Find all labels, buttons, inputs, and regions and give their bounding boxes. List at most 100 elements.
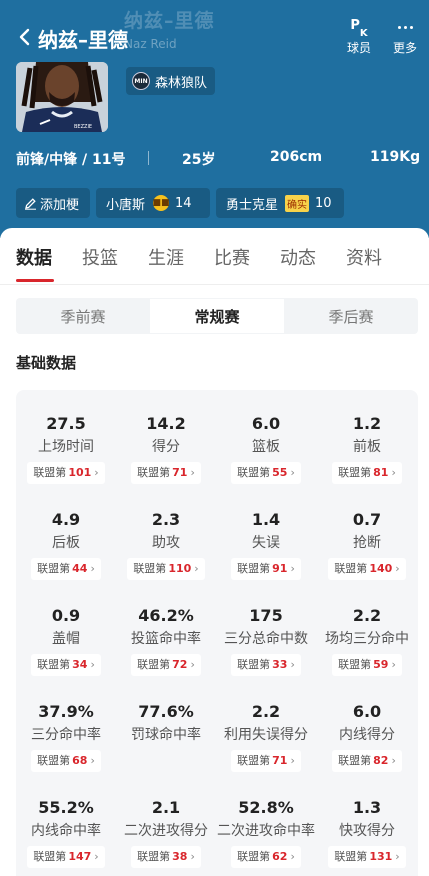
stat-value: 2.2 bbox=[251, 702, 281, 721]
rank-number: 33 bbox=[272, 658, 288, 671]
league-rank-button[interactable]: 联盟第 34 › bbox=[31, 654, 101, 676]
tab-stats[interactable]: 数据 bbox=[16, 244, 52, 270]
tag-chip[interactable]: 勇士克星 确实 10 bbox=[216, 188, 344, 218]
league-rank-button[interactable]: 联盟第 82 › bbox=[332, 750, 402, 772]
pk-icon: PK bbox=[350, 18, 368, 39]
rank-number: 147 bbox=[68, 850, 92, 863]
stat-label: 场均三分命中 bbox=[325, 631, 409, 647]
content-sheet: 数据 投篮 生涯 比赛 动态 资料 季前赛 常规赛 季后赛 基础数据 27.5 上… bbox=[0, 228, 429, 876]
rank-prefix: 联盟第 bbox=[33, 466, 67, 479]
chevron-right-icon: › bbox=[194, 562, 199, 575]
tag-chip[interactable]: 小唐斯 ■■ 14 bbox=[96, 188, 210, 218]
tab-profile[interactable]: 资料 bbox=[346, 244, 382, 270]
segment-preseason[interactable]: 季前赛 bbox=[16, 298, 150, 334]
stat-value: 2.2 bbox=[352, 606, 382, 625]
stat-label: 利用失误得分 bbox=[224, 727, 308, 743]
chevron-right-icon: › bbox=[190, 658, 195, 671]
rank-number: 81 bbox=[373, 466, 389, 479]
more-button[interactable]: 更多 bbox=[388, 16, 422, 56]
league-rank-button[interactable]: 联盟第 44 › bbox=[31, 558, 101, 580]
tab-shooting[interactable]: 投篮 bbox=[82, 244, 118, 270]
team-chip[interactable]: MIN 森林狼队 bbox=[126, 67, 216, 95]
rank-number: 38 bbox=[172, 850, 188, 863]
chevron-right-icon: › bbox=[90, 658, 95, 671]
segment-regular-season[interactable]: 常规赛 bbox=[150, 299, 284, 333]
tab-career[interactable]: 生涯 bbox=[148, 244, 184, 270]
chevron-right-icon: › bbox=[395, 850, 400, 863]
stat-cell: 6.0 篮板 联盟第 55 › bbox=[216, 390, 316, 486]
league-rank-button[interactable]: 联盟第 140 › bbox=[328, 558, 406, 580]
stat-cell: 1.2 前板 联盟第 81 › bbox=[317, 390, 417, 486]
stat-label: 失误 bbox=[252, 535, 280, 551]
stat-value: 1.2 bbox=[352, 414, 382, 433]
league-rank-button[interactable]: 联盟第 33 › bbox=[231, 654, 301, 676]
stat-value: 6.0 bbox=[251, 414, 281, 433]
stat-label: 上场时间 bbox=[38, 439, 94, 455]
stat-cell: 1.3 快攻得分 联盟第 131 › bbox=[317, 774, 417, 870]
league-rank-button[interactable]: 联盟第 59 › bbox=[332, 654, 402, 676]
league-rank-button[interactable]: 联盟第 62 › bbox=[231, 846, 301, 868]
rank-number: 82 bbox=[373, 754, 389, 767]
stat-label: 二次进攻得分 bbox=[124, 823, 208, 839]
player-compare-label: 球员 bbox=[346, 41, 371, 55]
stat-value: 2.1 bbox=[151, 798, 181, 817]
team-logo-icon: MIN bbox=[132, 72, 150, 90]
league-rank-button[interactable]: 联盟第 101 › bbox=[27, 462, 105, 484]
player-compare-button[interactable]: PK 球员 bbox=[342, 16, 376, 56]
league-rank-button[interactable]: 联盟第 71 › bbox=[231, 750, 301, 772]
rank-number: 110 bbox=[168, 562, 192, 575]
league-rank-button[interactable]: 联盟第 147 › bbox=[27, 846, 105, 868]
stat-label: 投篮命中率 bbox=[131, 631, 201, 647]
add-tag-button[interactable]: 添加梗 bbox=[16, 188, 90, 218]
league-rank-button[interactable]: 联盟第 131 › bbox=[328, 846, 406, 868]
stat-label: 后板 bbox=[52, 535, 80, 551]
stat-label: 快攻得分 bbox=[339, 823, 395, 839]
tag-label: 勇士克星 bbox=[226, 197, 279, 213]
league-rank-button[interactable]: 联盟第 68 › bbox=[31, 750, 101, 772]
league-rank-button[interactable]: 联盟第 55 › bbox=[231, 462, 301, 484]
rank-prefix: 联盟第 bbox=[334, 850, 368, 863]
rank-prefix: 联盟第 bbox=[237, 658, 271, 671]
stat-value: 46.2% bbox=[138, 606, 194, 625]
tab-games[interactable]: 比赛 bbox=[214, 244, 250, 270]
league-rank-button[interactable]: 联盟第 38 › bbox=[131, 846, 201, 868]
stat-cell: 1.4 失误联盟第 91 › bbox=[216, 486, 316, 582]
stat-value: 1.4 bbox=[251, 510, 281, 529]
tab-divider bbox=[0, 284, 429, 285]
tag-count: 14 bbox=[175, 195, 192, 211]
league-rank-button[interactable]: 联盟第 71 › bbox=[131, 462, 201, 484]
stat-value: 52.8% bbox=[238, 798, 294, 817]
stat-cell: 4.9 后板 联盟第 44 › bbox=[16, 486, 116, 582]
header-bg-name-en: Naz Reid bbox=[124, 37, 177, 51]
segment-playoffs[interactable]: 季后赛 bbox=[284, 298, 418, 334]
rank-number: 68 bbox=[72, 754, 88, 767]
chevron-right-icon: › bbox=[391, 658, 396, 671]
rank-number: 55 bbox=[272, 466, 288, 479]
chevron-right-icon: › bbox=[290, 466, 295, 479]
rank-number: 101 bbox=[68, 466, 92, 479]
league-rank-button[interactable]: 联盟第 91 › bbox=[231, 558, 301, 580]
back-button[interactable] bbox=[14, 26, 34, 48]
rank-prefix: 联盟第 bbox=[37, 754, 71, 767]
league-rank-button[interactable]: 联盟第 72 › bbox=[131, 654, 201, 676]
stat-cell: 175 三分总命中数 联盟第 33 › bbox=[216, 582, 316, 678]
rank-prefix: 联盟第 bbox=[338, 466, 372, 479]
rank-number: 72 bbox=[172, 658, 188, 671]
stat-value: 37.9% bbox=[38, 702, 94, 721]
stat-label: 内线命中率 bbox=[31, 823, 101, 839]
rank-prefix: 联盟第 bbox=[237, 850, 271, 863]
rank-number: 44 bbox=[72, 562, 88, 575]
chevron-right-icon: › bbox=[190, 466, 195, 479]
rank-number: 131 bbox=[369, 850, 393, 863]
stat-cell: 27.5 上场时间 联盟第 101 › bbox=[16, 390, 116, 486]
league-rank-button[interactable]: 联盟第 81 › bbox=[332, 462, 402, 484]
rank-prefix: 联盟第 bbox=[137, 850, 171, 863]
tab-news[interactable]: 动态 bbox=[280, 244, 316, 270]
league-rank-button[interactable]: 联盟第 110 › bbox=[127, 558, 205, 580]
cool-emoji-icon: ■■ bbox=[153, 195, 170, 211]
stat-value: 55.2% bbox=[38, 798, 94, 817]
chevron-right-icon: › bbox=[391, 754, 396, 767]
chevron-left-icon bbox=[19, 28, 30, 46]
stat-cell: 14.2 得分 联盟第 71 › bbox=[116, 390, 216, 486]
player-weight: 119Kg bbox=[370, 149, 421, 165]
